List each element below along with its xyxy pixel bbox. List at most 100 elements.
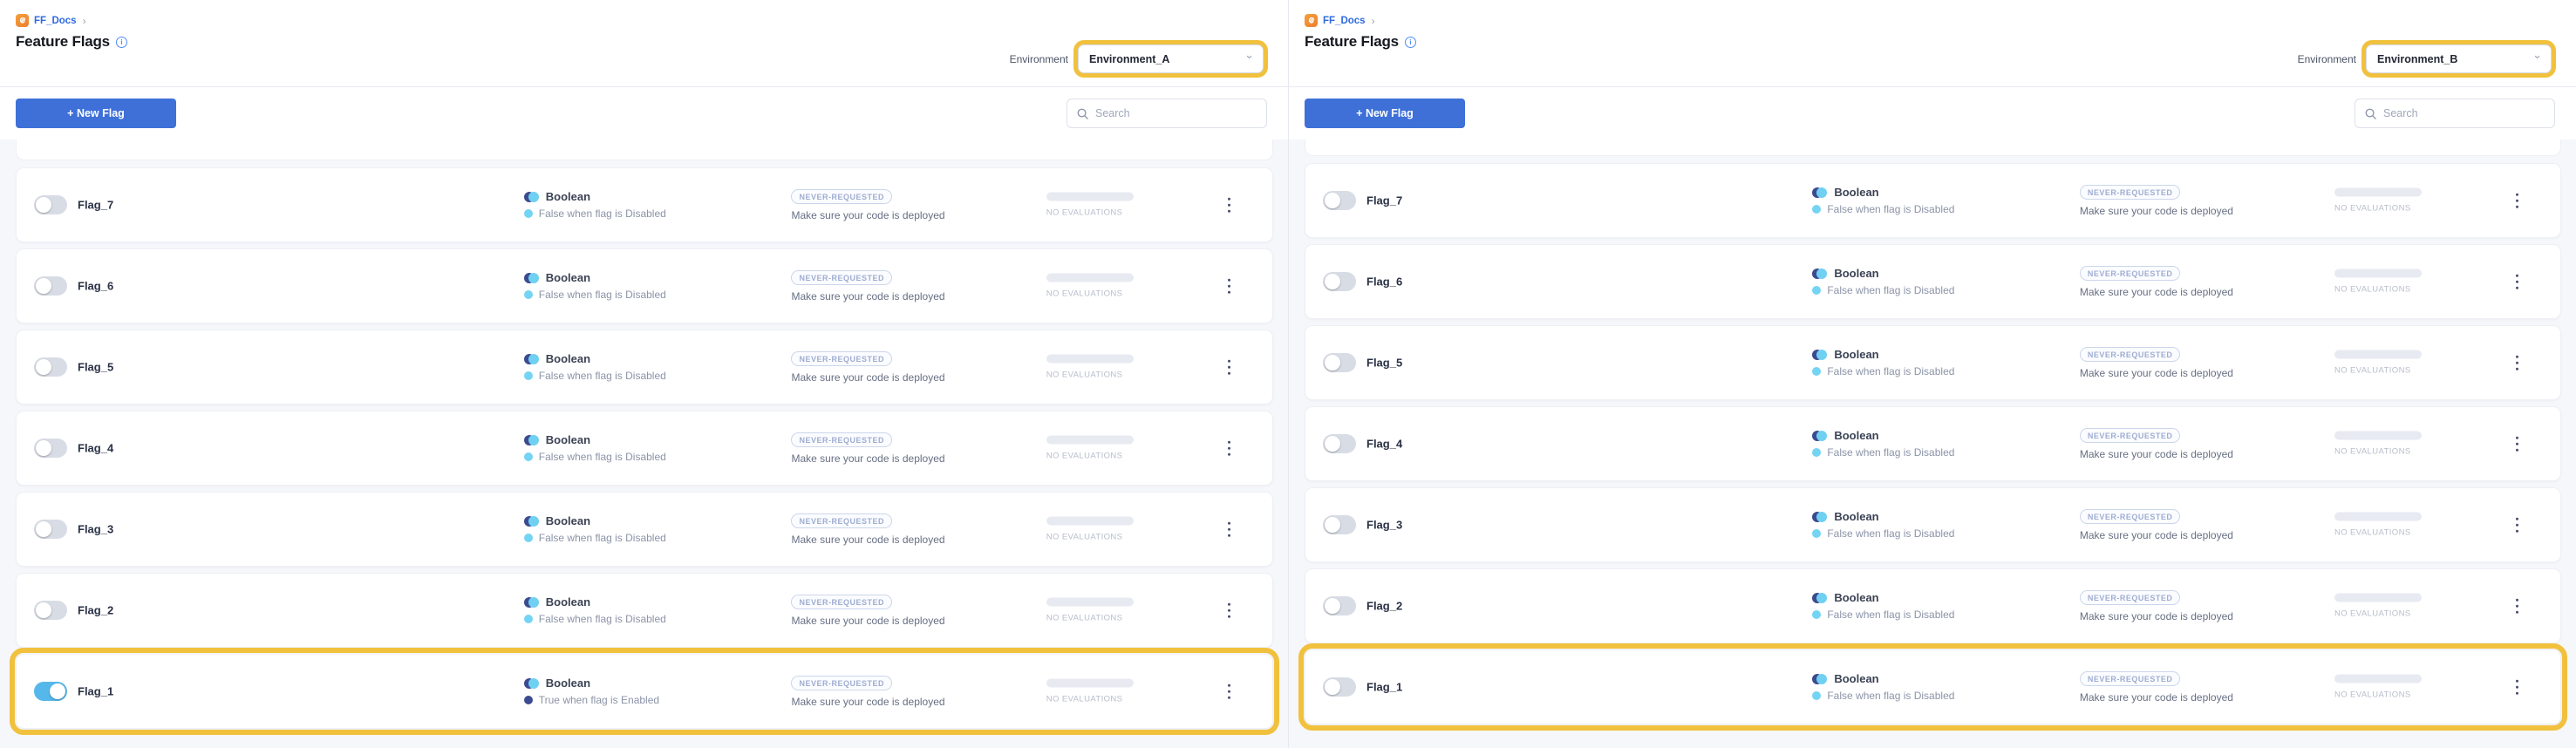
flag-status-cell: NEVER-REQUESTED Make sure your code is d… xyxy=(2080,589,2233,622)
flag-toggle[interactable] xyxy=(1323,515,1356,534)
status-badge: NEVER-REQUESTED xyxy=(791,270,892,285)
flag-row[interactable]: Flag_4 Boolean False when flag is Disabl… xyxy=(16,411,1273,486)
flag-row[interactable]: Flag_3 Boolean False when flag is Disabl… xyxy=(16,492,1273,567)
flag-toggle[interactable] xyxy=(1323,434,1356,453)
flag-toggle[interactable] xyxy=(1323,677,1356,697)
row-menu-button[interactable] xyxy=(1221,513,1238,546)
flag-evaluations-cell: NO EVALUATIONS xyxy=(1046,355,1134,380)
info-icon[interactable]: i xyxy=(116,37,127,48)
flag-row[interactable]: Flag_7 Boolean False when flag is Disabl… xyxy=(1305,163,2561,238)
status-badge: NEVER-REQUESTED xyxy=(2080,671,2181,686)
flag-toggle[interactable] xyxy=(34,276,67,296)
flag-type-cell: Boolean False when flag is Disabled xyxy=(1812,672,1954,702)
row-menu-button[interactable] xyxy=(2509,590,2526,622)
flag-row[interactable]: Flag_2 Boolean False when flag is Disabl… xyxy=(1305,568,2561,643)
flag-row[interactable]: Flag_6 Boolean False when flag is Disabl… xyxy=(16,248,1273,323)
flag-row[interactable]: Flag_6 Boolean False when flag is Disabl… xyxy=(1305,244,2561,319)
flag-list-area: Flag_7 Boolean False when flag is Disabl… xyxy=(1289,139,2576,748)
flag-toggle[interactable] xyxy=(1323,596,1356,615)
flag-row[interactable]: Flag_4 Boolean False when flag is Disabl… xyxy=(1305,406,2561,481)
variation-text: True when flag is Enabled xyxy=(539,694,659,706)
new-flag-button[interactable]: + New Flag xyxy=(1305,99,1465,128)
flag-row[interactable]: Flag_3 Boolean False when flag is Disabl… xyxy=(1305,487,2561,562)
flag-toggle[interactable] xyxy=(34,682,67,701)
status-hint: Make sure your code is deployed xyxy=(791,534,944,546)
flag-row[interactable]: Flag_7 Boolean False when flag is Disabl… xyxy=(16,167,1273,242)
evaluations-placeholder-bar xyxy=(2334,269,2422,278)
flag-row[interactable]: Flag_5 Boolean False when flag is Disabl… xyxy=(1305,325,2561,400)
flag-evaluations-cell: NO EVALUATIONS xyxy=(1046,598,1134,623)
breadcrumb-project[interactable]: FF_Docs xyxy=(1323,16,1366,26)
row-menu-button[interactable] xyxy=(2509,428,2526,460)
flag-toggle[interactable] xyxy=(34,195,67,214)
flag-type-label: Boolean xyxy=(546,595,590,609)
breadcrumb-chevron-icon: › xyxy=(1372,15,1375,27)
panel-header: FF_Docs › Feature Flags i Environment En… xyxy=(0,0,1288,87)
flag-toggle[interactable] xyxy=(1323,353,1356,372)
flag-status-cell: NEVER-REQUESTED Make sure your code is d… xyxy=(791,269,944,303)
variation-text: False when flag is Disabled xyxy=(1827,365,1954,377)
split-view: FF_Docs › Feature Flags i Environment En… xyxy=(0,0,2576,748)
variation-text: False when flag is Disabled xyxy=(539,289,666,301)
new-flag-button[interactable]: + New Flag xyxy=(16,99,176,128)
flag-row[interactable]: Flag_1 Boolean False when flag is Disabl… xyxy=(1305,649,2561,724)
row-menu-button[interactable] xyxy=(2509,671,2526,704)
breadcrumb[interactable]: FF_Docs › xyxy=(16,14,1272,27)
variation-text: False when flag is Disabled xyxy=(1827,609,1954,621)
status-badge: NEVER-REQUESTED xyxy=(2080,509,2181,524)
flag-toggle[interactable] xyxy=(34,357,67,377)
boolean-type-icon xyxy=(524,192,539,202)
flag-row[interactable]: Flag_1 Boolean True when flag is Enabled… xyxy=(16,654,1273,729)
evaluations-label: NO EVALUATIONS xyxy=(2334,204,2422,214)
row-menu-button[interactable] xyxy=(2509,347,2526,379)
row-menu-button[interactable] xyxy=(1221,270,1238,303)
status-hint: Make sure your code is deployed xyxy=(2080,529,2233,541)
boolean-type-icon xyxy=(1812,269,1827,279)
status-hint: Make sure your code is deployed xyxy=(2080,205,2233,217)
search-input[interactable] xyxy=(1095,107,1252,119)
row-menu-button[interactable] xyxy=(2509,266,2526,298)
row-menu-button[interactable] xyxy=(1221,189,1238,221)
environment-select[interactable]: Environment_B ⌄ xyxy=(2366,44,2552,73)
flag-row[interactable]: Flag_5 Boolean False when flag is Disabl… xyxy=(16,330,1273,405)
breadcrumb-project[interactable]: FF_Docs xyxy=(34,16,77,26)
variation-text: False when flag is Disabled xyxy=(539,451,666,463)
flag-type-cell: Boolean False when flag is Disabled xyxy=(524,514,666,544)
flag-evaluations-cell: NO EVALUATIONS xyxy=(1046,517,1134,542)
flag-status-cell: NEVER-REQUESTED Make sure your code is d… xyxy=(791,188,944,221)
flag-type-label: Boolean xyxy=(1834,429,1878,442)
flag-toggle[interactable] xyxy=(34,520,67,539)
row-menu-button[interactable] xyxy=(1221,351,1238,384)
row-menu-button[interactable] xyxy=(2509,509,2526,541)
row-menu-button[interactable] xyxy=(2509,185,2526,217)
flag-toggle[interactable] xyxy=(34,439,67,458)
flag-toggle[interactable] xyxy=(1323,272,1356,291)
flag-toggle[interactable] xyxy=(34,601,67,620)
toggle-knob xyxy=(36,197,51,213)
flag-name: Flag_3 xyxy=(1366,519,1402,532)
flag-row[interactable]: Flag_2 Boolean False when flag is Disabl… xyxy=(16,573,1273,648)
row-menu-button[interactable] xyxy=(1221,676,1238,708)
toggle-knob xyxy=(1325,193,1340,208)
search-box[interactable] xyxy=(1067,99,1267,128)
breadcrumb-chevron-icon: › xyxy=(83,15,86,27)
evaluations-label: NO EVALUATIONS xyxy=(2334,447,2422,457)
environment-group: Environment Environment_B ⌄ xyxy=(2298,44,2552,73)
breadcrumb[interactable]: FF_Docs › xyxy=(1305,14,2560,27)
boolean-type-icon xyxy=(524,273,539,283)
status-hint: Make sure your code is deployed xyxy=(791,371,944,384)
search-box[interactable] xyxy=(2355,99,2555,128)
variation-dot-icon xyxy=(524,209,533,218)
row-menu-button[interactable] xyxy=(1221,432,1238,465)
toggle-knob xyxy=(36,521,51,537)
info-icon[interactable]: i xyxy=(1405,37,1416,48)
flag-toggle[interactable] xyxy=(1323,191,1356,210)
environment-select[interactable]: Environment_A ⌄ xyxy=(1078,44,1264,73)
boolean-type-icon xyxy=(1812,593,1827,603)
flag-evaluations-cell: NO EVALUATIONS xyxy=(2334,594,2422,619)
evaluations-label: NO EVALUATIONS xyxy=(1046,289,1134,299)
row-menu-button[interactable] xyxy=(1221,595,1238,627)
search-input[interactable] xyxy=(2383,107,2540,119)
evaluations-placeholder-bar xyxy=(2334,675,2422,683)
flag-name: Flag_1 xyxy=(78,685,113,698)
